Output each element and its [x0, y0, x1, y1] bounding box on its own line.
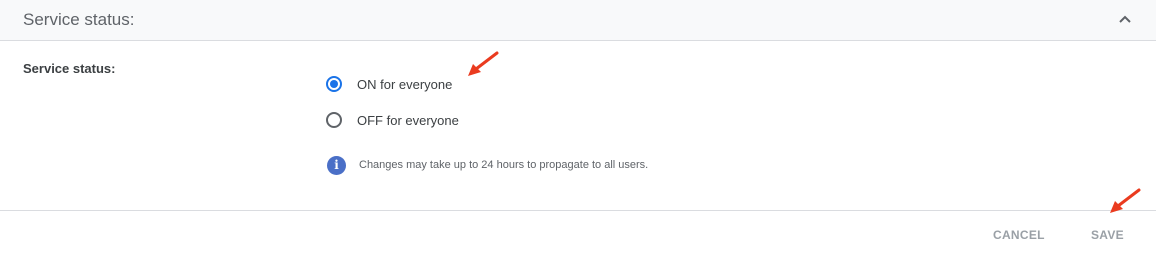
info-notice: i Changes may take up to 24 hours to pro… [327, 155, 648, 175]
annotation-arrow-icon [468, 51, 499, 76]
radio-checked-icon[interactable] [326, 76, 342, 92]
radio-off-for-everyone[interactable]: OFF for everyone [326, 110, 459, 130]
footer-divider [0, 210, 1156, 211]
section-title: Service status: [23, 10, 135, 29]
save-button[interactable]: SAVE [1091, 228, 1124, 242]
radio-label-off: OFF for everyone [357, 112, 459, 128]
radio-unchecked-icon[interactable] [326, 112, 342, 128]
info-icon: i [327, 155, 346, 175]
service-status-label: Service status: [23, 61, 116, 76]
radio-label-on: ON for everyone [357, 76, 453, 92]
info-text: Changes may take up to 24 hours to propa… [359, 159, 649, 171]
cancel-button[interactable]: CANCEL [993, 228, 1045, 242]
chevron-up-icon[interactable] [1118, 14, 1132, 24]
annotation-arrow-icon [1110, 188, 1141, 213]
radio-on-for-everyone[interactable]: ON for everyone [326, 74, 452, 94]
section-header[interactable]: Service status: [0, 0, 1156, 41]
